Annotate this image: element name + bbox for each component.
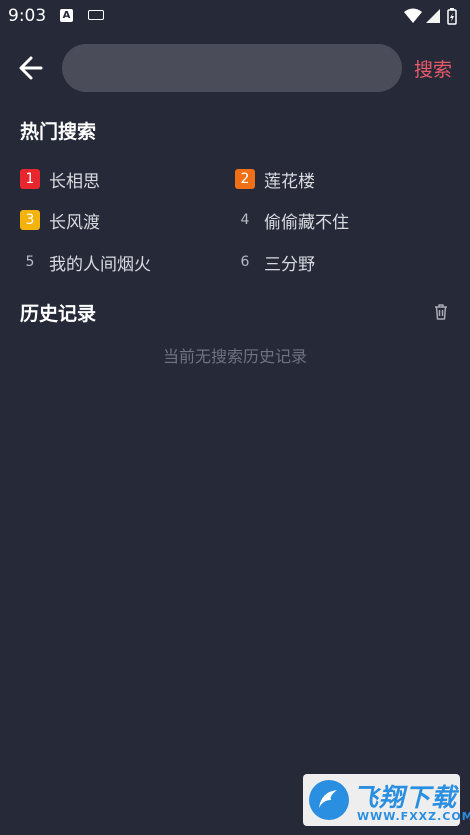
hot-item-5[interactable]: 5 我的人间烟火 [20,249,151,275]
hot-item-label: 莲花楼 [264,171,315,192]
search-button[interactable]: 搜索 [414,55,452,83]
hot-item-label: 偷偷藏不住 [264,212,349,233]
status-time: 9:03 [8,6,47,26]
hot-item-label: 我的人间烟火 [49,254,151,275]
watermark-url: WWW.FXXZ.COM [357,810,470,823]
wifi-icon [404,8,422,23]
rank-badge: 3 [20,210,40,230]
battery-icon [447,8,457,25]
watermark-logo-icon [309,780,349,820]
hot-item-1[interactable]: 1 长相思 [20,166,100,192]
rank-number: 5 [25,254,35,270]
hot-item-2[interactable]: 2 莲花楼 [235,166,315,192]
arrow-left-icon [19,56,43,80]
history-empty-text: 当前无搜索历史记录 [162,347,307,366]
watermark-name: 飞翔下载 [353,783,458,812]
rank-number: 4 [240,212,250,228]
rank-badge: 2 [235,169,255,189]
status-bar: 9:03 A [0,0,470,32]
watermark: 飞翔下载 WWW.FXXZ.COM [303,774,470,826]
hot-item-4[interactable]: 4 偷偷藏不住 [235,207,349,233]
trash-icon [435,304,447,320]
rank-badge: 1 [20,169,40,189]
rank-number: 6 [240,254,250,270]
hot-item-label: 长相思 [49,171,100,192]
a-glyph: A [62,10,71,21]
hot-item-label: 长风渡 [49,212,100,233]
hot-item-3[interactable]: 3 长风渡 [20,207,100,233]
hot-item-6[interactable]: 6 三分野 [235,249,315,275]
search-input[interactable] [62,44,402,92]
accessibility-a-icon: A [60,9,73,22]
status-indicators [404,8,457,25]
search-screen: 9:03 A 搜索 热门搜索 1 长相思 2 莲花楼 3 长风渡 4 偷偷藏不住… [0,0,470,835]
back-button[interactable] [14,52,48,84]
hot-search-title: 热门搜索 [20,121,97,143]
keyboard-icon [88,10,104,20]
signal-icon [426,9,440,23]
history-title: 历史记录 [20,303,97,325]
clear-history-button[interactable] [431,302,451,322]
hot-item-label: 三分野 [264,254,315,275]
